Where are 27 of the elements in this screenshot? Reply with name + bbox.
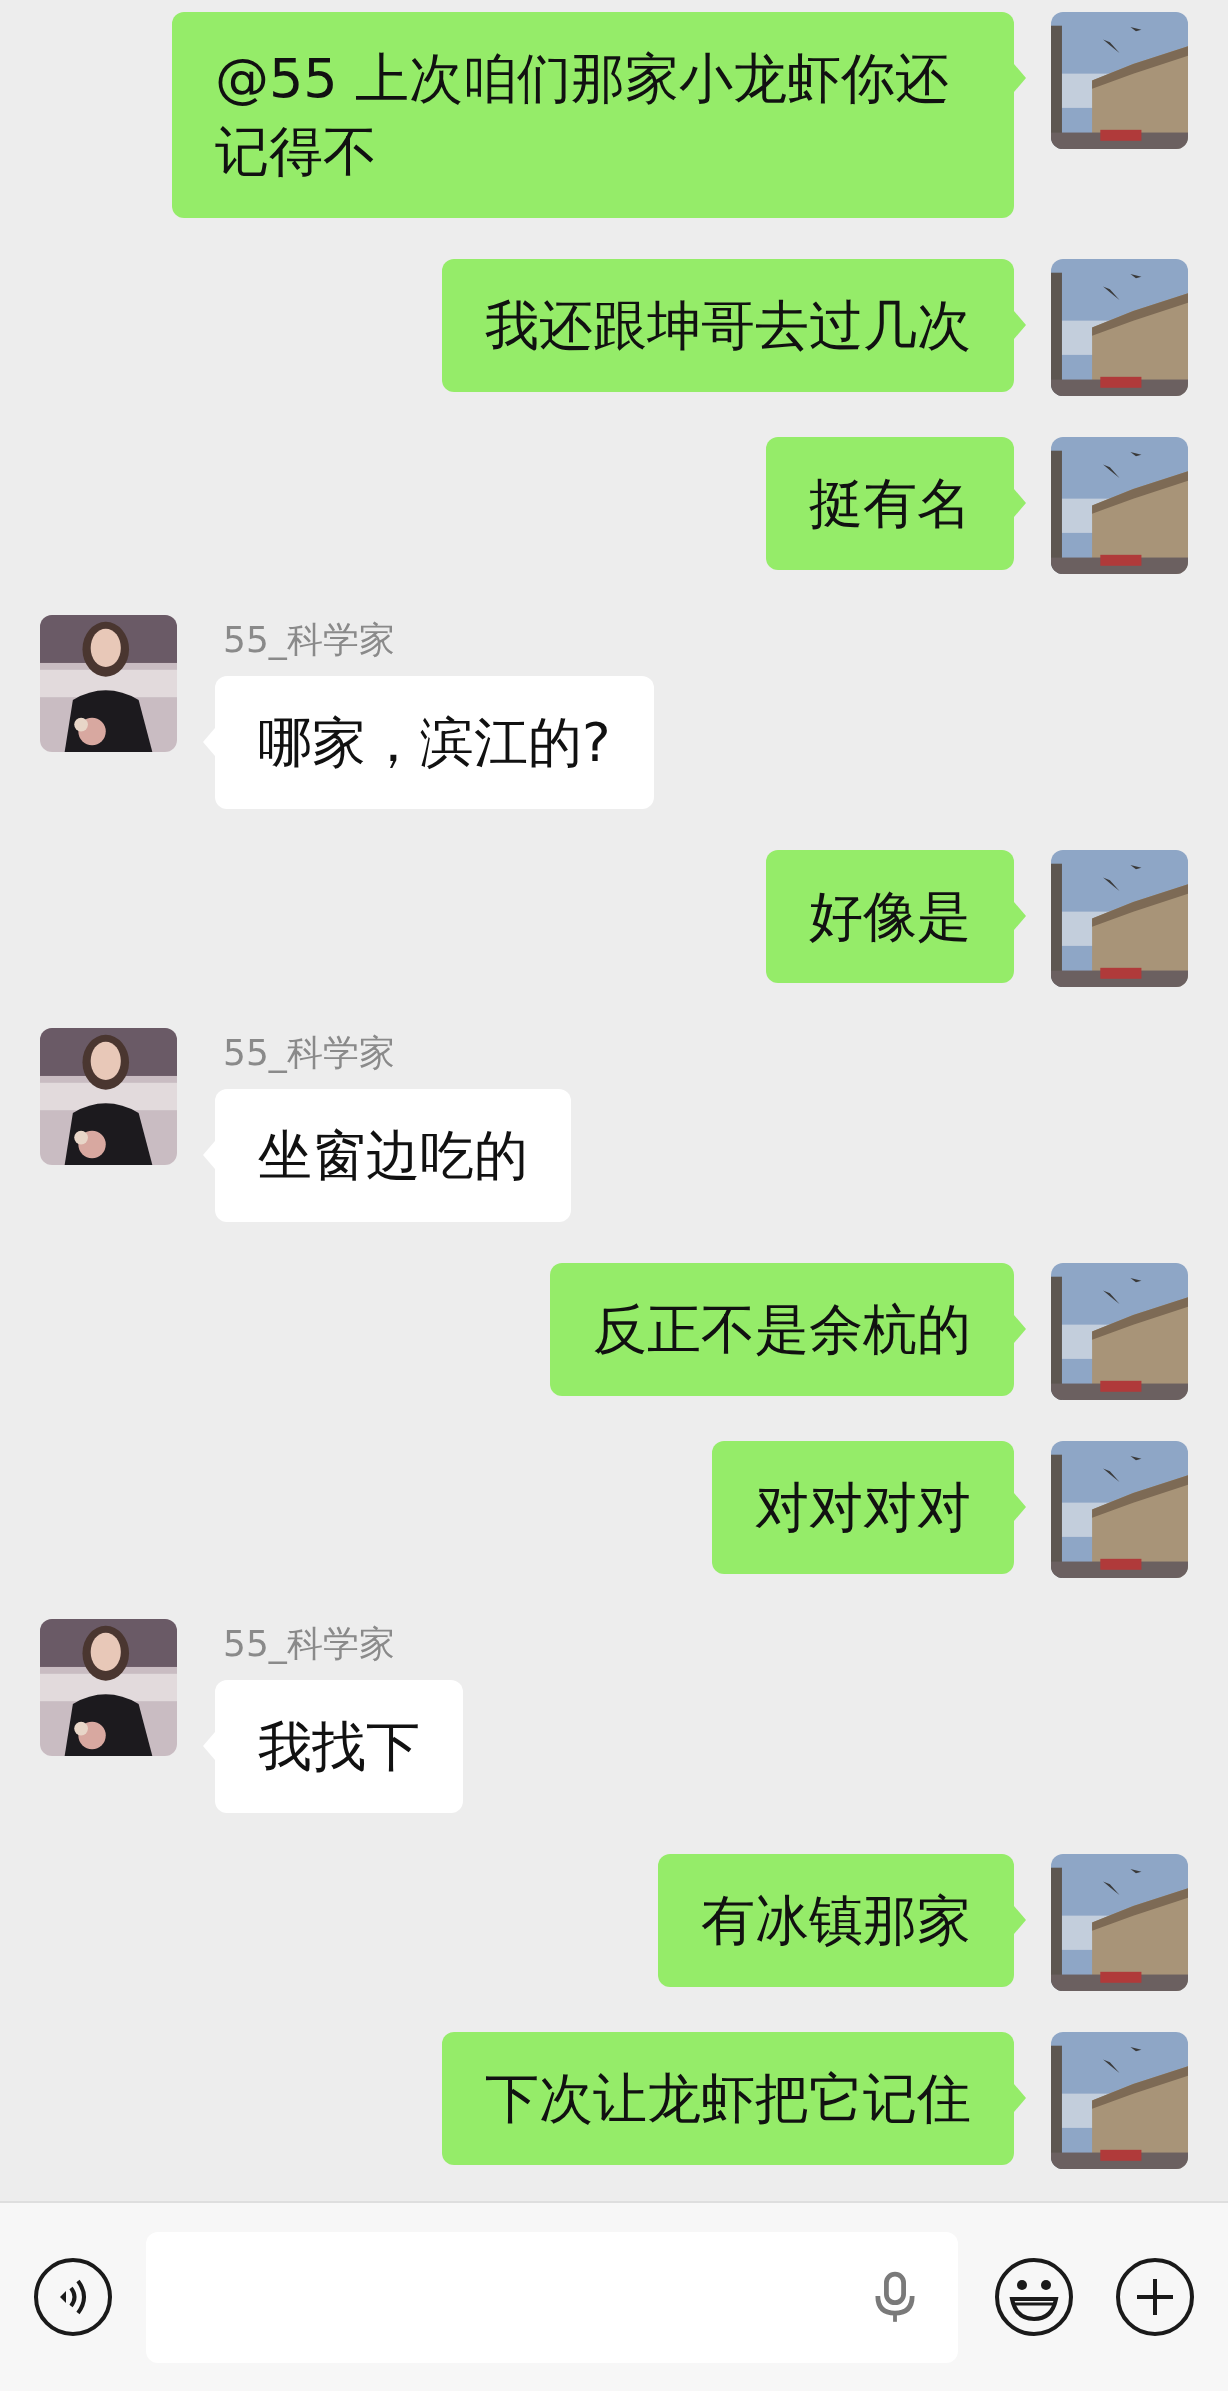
input-field[interactable] xyxy=(146,2231,958,2363)
message-bubble: 挺有名 xyxy=(766,437,1014,570)
sender-name: 55_科学家 xyxy=(222,1622,395,1666)
message-bubble: 对对对对 xyxy=(712,1441,1014,1574)
sender-name: 55_科学家 xyxy=(222,618,395,662)
message-bubble: 有冰镇那家 xyxy=(658,1854,1014,1987)
message-bubble: @55 上次咱们那家小龙虾你还记得不 xyxy=(172,12,1014,218)
bubble-tail xyxy=(1014,2084,1026,2112)
bubble-tail xyxy=(1014,311,1026,339)
bubble-tail xyxy=(1014,1493,1026,1521)
message-bubble: 坐窗边吃的 xyxy=(215,1089,571,1222)
message-bubble: 反正不是余杭的 xyxy=(550,1263,1014,1396)
emoji-icon[interactable] xyxy=(994,2257,1074,2337)
plus-icon[interactable] xyxy=(1115,2257,1195,2337)
bubble-tail xyxy=(1014,1906,1026,1934)
microphone-icon[interactable] xyxy=(874,2270,916,2323)
message-bubble: 好像是 xyxy=(766,850,1014,983)
voice-icon[interactable] xyxy=(33,2257,113,2337)
bubble-tail xyxy=(1014,64,1026,92)
message-bubble: 我找下 xyxy=(215,1680,463,1813)
message-bubble: 我还跟坤哥去过几次 xyxy=(442,259,1014,392)
message-bubble: 哪家，滨江的? xyxy=(215,676,654,809)
message-bubble: 下次让龙虾把它记住 xyxy=(442,2032,1014,2165)
sender-name: 55_科学家 xyxy=(222,1031,395,1075)
bubble-tail xyxy=(1014,1315,1026,1343)
bubble-tail xyxy=(1014,902,1026,930)
bubble-tail xyxy=(1014,489,1026,517)
